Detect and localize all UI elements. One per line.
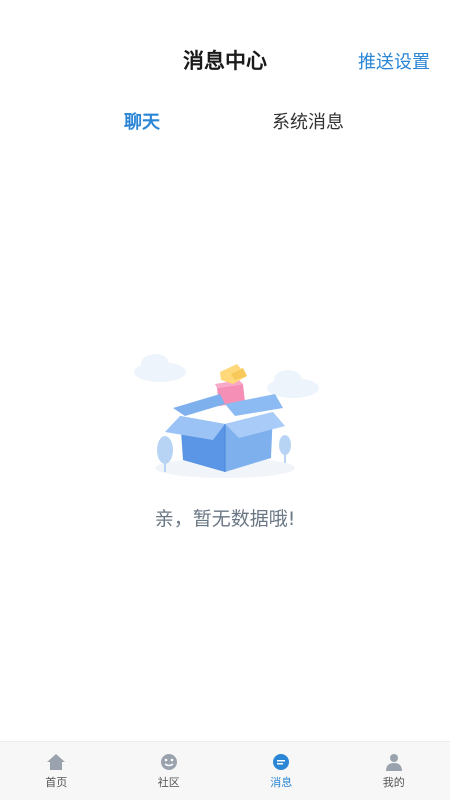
tabbar-item-community[interactable]: 社区: [113, 742, 226, 800]
message-tabs: 聊天 系统消息: [0, 108, 450, 138]
profile-icon: [385, 754, 402, 771]
tabbar-label-community: 社区: [157, 776, 180, 789]
tab-system-messages[interactable]: 系统消息: [272, 108, 344, 134]
community-icon: [160, 754, 177, 770]
empty-state: 亲，暂无数据哦!: [0, 350, 450, 540]
message-icon: [273, 754, 290, 770]
tab-chat[interactable]: 聊天: [124, 108, 160, 134]
empty-state-message: 亲，暂无数据哦!: [154, 508, 296, 530]
tabbar-label-profile: 我的: [382, 776, 405, 789]
tabbar-item-home[interactable]: 首页: [0, 742, 113, 800]
push-settings-button[interactable]: 推送设置: [358, 48, 430, 74]
tabbar-label-home: 首页: [45, 776, 68, 789]
bottom-tabbar: 首页 社区 消息 我的: [0, 741, 450, 800]
tabbar-item-messages[interactable]: 消息: [225, 742, 338, 800]
tabbar-item-profile[interactable]: 我的: [338, 742, 450, 800]
open-box-illustration: [134, 354, 319, 478]
tabbar-label-messages: 消息: [270, 776, 293, 789]
home-icon: [47, 754, 66, 770]
header: 消息中心 推送设置: [0, 0, 450, 120]
